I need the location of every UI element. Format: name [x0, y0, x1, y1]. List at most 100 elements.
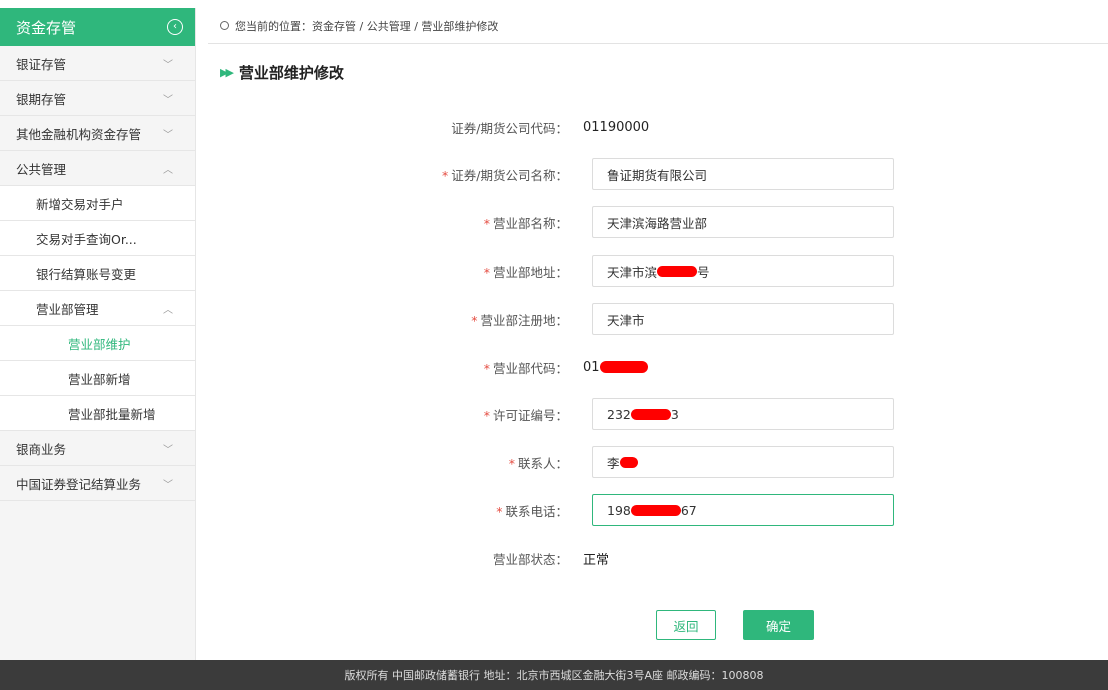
sidebar-item-label: 营业部新增	[68, 371, 131, 387]
branch-name-input[interactable]: 天津滨海路营业部	[592, 206, 894, 238]
branch-code-prefix: 01	[583, 359, 600, 375]
sidebar-item-label: 银证存管	[16, 56, 67, 72]
sidebar-item-branch-add[interactable]: 营业部新增	[0, 361, 195, 396]
sidebar-item-bank-securities[interactable]: 银证存管 ﹀	[0, 46, 195, 81]
required-mark: *	[496, 503, 503, 519]
sidebar-item-label: 营业部维护	[68, 336, 131, 352]
form-row-status: 营业部状态： 正常	[208, 542, 1108, 574]
sidebar-title: 资金存管	[16, 18, 77, 37]
back-button[interactable]: 返回	[656, 610, 716, 640]
main-content: 您当前的位置：资金存管 / 公共管理 / 营业部维护修改 ▶▶ 营业部维护修改 …	[208, 8, 1108, 660]
form-row-branch-code: * 营业部代码： 01	[208, 351, 1108, 383]
collapse-icon[interactable]: ‹	[167, 19, 183, 35]
sidebar-item-label: 银行结算账号变更	[36, 266, 137, 282]
company-name-label-text: 证券/期货公司名称：	[451, 167, 568, 183]
sidebar-item-branch-management[interactable]: 营业部管理 ︿	[0, 291, 195, 326]
form-row-contact: * 联系人： 李	[208, 446, 1108, 478]
location-pin-icon	[220, 21, 229, 30]
branch-reg-label-text: 营业部注册地：	[480, 312, 568, 328]
phone-input[interactable]: 198 67	[592, 494, 894, 526]
sidebar-header[interactable]: 资金存管 ‹	[0, 8, 195, 46]
chevron-down-icon: ﹀	[163, 129, 173, 141]
contact-input[interactable]: 李	[592, 446, 894, 478]
required-mark: *	[508, 455, 515, 471]
code-value: 01190000	[583, 119, 650, 135]
branch-address-input[interactable]: 天津市滨 号	[592, 255, 894, 287]
license-label: * 许可证编号：	[208, 405, 578, 424]
confirm-button[interactable]: 确定	[743, 610, 814, 640]
chevron-down-icon: ﹀	[163, 94, 173, 106]
branch-name-label-text: 营业部名称：	[492, 215, 568, 231]
company-name-input[interactable]: 鲁证期货有限公司	[592, 158, 894, 190]
license-suffix: 3	[670, 406, 679, 422]
branch-code-label: * 营业部代码：	[208, 358, 578, 377]
form-row-branch-registration: * 营业部注册地： 天津市	[208, 303, 1108, 335]
branch-reg-input[interactable]: 天津市	[592, 303, 894, 335]
required-mark: *	[483, 215, 490, 231]
code-label: 证券/期货公司代码：	[451, 120, 568, 136]
branch-address-label: * 营业部地址：	[208, 262, 578, 281]
sidebar-item-bank-futures[interactable]: 银期存管 ﹀	[0, 81, 195, 116]
chevron-down-icon: ﹀	[163, 59, 173, 71]
branch-name-value: 天津滨海路营业部	[607, 215, 708, 231]
company-name-label: * 证券/期货公司名称：	[208, 165, 578, 184]
license-label-text: 许可证编号：	[492, 407, 568, 423]
license-input[interactable]: 232 3	[592, 398, 894, 430]
contact-prefix: 李	[607, 455, 620, 471]
form-row-phone: * 联系电话： 198 67	[208, 494, 1108, 526]
top-strip	[0, 0, 1108, 8]
sidebar-item-label: 交易对手查询Or...	[36, 231, 137, 247]
required-mark: *	[442, 167, 449, 183]
form-row-code: 证券/期货公司代码： 01190000	[208, 111, 1108, 143]
contact-label: * 联系人：	[208, 453, 578, 472]
branch-code-value: 01	[578, 360, 648, 375]
branch-code-label-text: 营业部代码：	[492, 360, 568, 376]
phone-label-text: 联系电话：	[505, 503, 568, 519]
phone-label: * 联系电话：	[208, 501, 578, 520]
license-prefix: 232	[607, 406, 631, 422]
sidebar-item-bank-merchant[interactable]: 银商业务 ﹀	[0, 431, 195, 466]
page-title: ▶▶ 营业部维护修改	[220, 62, 344, 83]
footer-text: 版权所有 中国邮政储蓄银行 地址：北京市西城区金融大街3号A座 邮政编码：100…	[344, 669, 764, 682]
branch-address-label-text: 营业部地址：	[492, 264, 568, 280]
sidebar-item-branch-maintenance[interactable]: 营业部维护	[0, 326, 195, 361]
sidebar-item-settlement-account-change[interactable]: 银行结算账号变更	[0, 256, 195, 291]
branch-name-label: * 营业部名称：	[208, 213, 578, 232]
form-row-license: * 许可证编号： 232 3	[208, 398, 1108, 430]
form-row-company-name: * 证券/期货公司名称： 鲁证期货有限公司	[208, 158, 1108, 190]
sidebar-item-counterparty-query[interactable]: 交易对手查询Or...	[0, 221, 195, 256]
phone-suffix: 67	[680, 502, 697, 518]
sidebar-item-label: 公共管理	[16, 161, 67, 177]
redaction-mark	[630, 504, 681, 516]
sidebar-item-label: 银期存管	[16, 91, 67, 107]
redaction-mark	[619, 456, 638, 468]
breadcrumb: 您当前的位置：资金存管 / 公共管理 / 营业部维护修改	[208, 8, 1108, 44]
redaction-mark	[630, 408, 671, 420]
branch-address-suffix: 号	[697, 264, 710, 280]
branch-reg-value: 天津市	[607, 312, 645, 328]
double-arrow-icon: ▶▶	[220, 66, 234, 79]
branch-address-prefix: 天津市滨	[607, 264, 658, 280]
sidebar-item-label: 新增交易对手户	[36, 196, 124, 212]
sidebar-item-label: 营业部管理	[36, 301, 99, 317]
breadcrumb-text: 您当前的位置：资金存管 / 公共管理 / 营业部维护修改	[235, 19, 499, 33]
sidebar-item-other-institutions[interactable]: 其他金融机构资金存管 ﹀	[0, 116, 195, 151]
contact-label-text: 联系人：	[517, 455, 568, 471]
sidebar-item-label: 中国证券登记结算业务	[16, 476, 142, 492]
form-row-branch-address: * 营业部地址： 天津市滨 号	[208, 255, 1108, 287]
sidebar-item-add-counterparty[interactable]: 新增交易对手户	[0, 186, 195, 221]
page-title-text: 营业部维护修改	[238, 64, 344, 82]
chevron-down-icon: ﹀	[163, 444, 173, 456]
company-name-value: 鲁证期货有限公司	[607, 167, 708, 183]
sidebar-item-label: 银商业务	[16, 441, 67, 457]
sidebar: 资金存管 ‹ 银证存管 ﹀ 银期存管 ﹀ 其他金融机构资金存管 ﹀ 公共管理 ︿ 新增交…	[0, 8, 196, 660]
chevron-down-icon: ﹀	[163, 479, 173, 491]
sidebar-item-csdc[interactable]: 中国证券登记结算业务 ﹀	[0, 466, 195, 501]
branch-reg-label: * 营业部注册地：	[208, 310, 578, 329]
status-label: 营业部状态：	[492, 551, 568, 567]
footer: 版权所有 中国邮政储蓄银行 地址：北京市西城区金融大街3号A座 邮政编码：100…	[0, 660, 1108, 690]
required-mark: *	[471, 312, 478, 328]
status-value: 正常	[583, 552, 610, 568]
sidebar-item-public-management[interactable]: 公共管理 ︿	[0, 151, 195, 186]
sidebar-item-branch-batch-add[interactable]: 营业部批量新增	[0, 396, 195, 431]
